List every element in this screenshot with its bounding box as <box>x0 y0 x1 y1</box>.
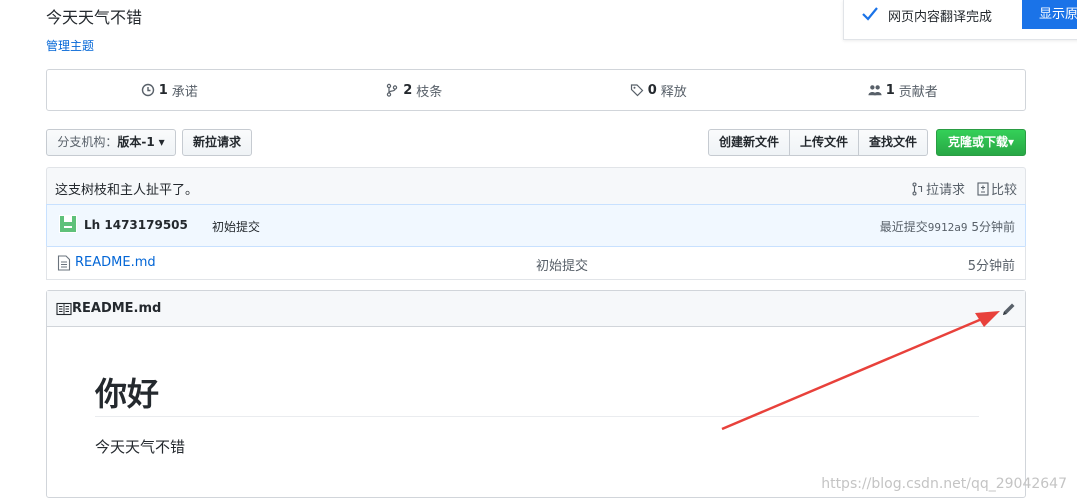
commit-message[interactable]: 初始提交 <box>212 218 260 235</box>
contributors-link[interactable]: 1 贡献者 <box>781 70 1026 110</box>
file-age: 5分钟前 <box>967 259 1015 274</box>
latest-commit-label: 最近提交 <box>879 220 928 234</box>
readme-heading: 你好 <box>95 375 160 413</box>
releases-label: 释放 <box>660 84 687 100</box>
git-pull-request-icon <box>912 181 923 196</box>
pull-request-label: 拉请求 <box>925 183 965 198</box>
branches-count: 2 <box>403 82 413 98</box>
caret-down-icon: ▾ <box>1007 135 1015 149</box>
latest-commit-bar: Lh 1473179505 初始提交 最近提交9912a9 5分钟前 <box>46 204 1026 247</box>
commit-author[interactable]: Lh 1473179505 <box>84 218 188 232</box>
clone-label: 克隆或下载 <box>947 135 1008 149</box>
readme-title: README.md <box>72 301 162 316</box>
file-name-link[interactable]: README.md <box>75 255 156 270</box>
branch-status-bar: 这支树枝和主人扯平了。 拉请求 比较 <box>46 167 1026 205</box>
branches-link[interactable]: 2 枝条 <box>292 70 537 110</box>
tag-icon <box>630 84 644 97</box>
translate-popup: 网页内容翻译完成 显示原 <box>843 0 1077 40</box>
branches-label: 枝条 <box>416 84 443 100</box>
readme-panel: README.md 你好 今天天气不错 <box>46 290 1026 498</box>
releases-count: 0 <box>647 82 657 98</box>
file-icon <box>57 255 71 271</box>
contributors-label: 贡献者 <box>898 84 938 100</box>
avatar[interactable] <box>59 215 77 233</box>
diff-icon <box>977 181 989 196</box>
pencil-icon[interactable] <box>1001 301 1017 317</box>
readme-header: README.md <box>47 291 1025 327</box>
pull-request-link[interactable]: 拉请求 <box>912 179 965 198</box>
commits-label: 承诺 <box>171 84 198 100</box>
check-icon <box>862 7 878 21</box>
file-commit-message[interactable]: 初始提交 <box>536 255 588 274</box>
branch-select-button[interactable]: 分支机构：版本-1 ▾ <box>46 129 176 156</box>
commits-count: 1 <box>158 82 168 98</box>
translate-message: 网页内容翻译完成 <box>888 10 993 25</box>
people-icon <box>868 85 882 96</box>
heading-divider <box>95 416 979 417</box>
commit-sha[interactable]: 9912a9 <box>928 221 968 234</box>
find-file-button[interactable]: 查找文件 <box>858 129 929 156</box>
book-icon <box>56 302 72 316</box>
commit-meta: 最近提交9912a9 5分钟前 <box>880 218 1015 235</box>
create-new-file-button[interactable]: 创建新文件 <box>708 129 791 156</box>
history-icon <box>141 83 154 97</box>
upload-files-button[interactable]: 上传文件 <box>789 129 860 156</box>
manage-topics-link[interactable]: 管理主题 <box>46 37 94 54</box>
branch-value: 版本-1 <box>117 135 155 149</box>
releases-link[interactable]: 0 释放 <box>536 70 781 110</box>
show-original-button[interactable]: 显示原 <box>1022 0 1077 29</box>
contributors-count: 1 <box>885 82 895 98</box>
clone-download-button[interactable]: 克隆或下载▾ <box>936 129 1026 156</box>
branch-status-text: 这支树枝和主人扯平了。 <box>55 183 199 198</box>
branch-label: 分支机构： <box>57 135 118 149</box>
compare-link[interactable]: 比较 <box>977 179 1017 198</box>
file-actions-group: 创建新文件 上传文件 查找文件 <box>708 129 929 156</box>
commit-age: 5分钟前 <box>971 220 1015 234</box>
compare-label: 比较 <box>990 183 1017 198</box>
caret-down-icon: ▾ <box>158 135 165 149</box>
repo-description: 今天天气不错 <box>46 8 143 27</box>
readme-paragraph: 今天天气不错 <box>95 438 186 456</box>
watermark: https://blog.csdn.net/qq_29042647 <box>821 476 1067 492</box>
repo-summary: 1 承诺 2 枝条 0 释放 1 贡献者 <box>46 69 1026 111</box>
file-row: README.md 初始提交 5分钟前 <box>46 246 1026 280</box>
new-pull-request-button[interactable]: 新拉请求 <box>182 129 252 156</box>
git-branch-icon <box>387 83 398 97</box>
commits-link[interactable]: 1 承诺 <box>47 70 292 110</box>
